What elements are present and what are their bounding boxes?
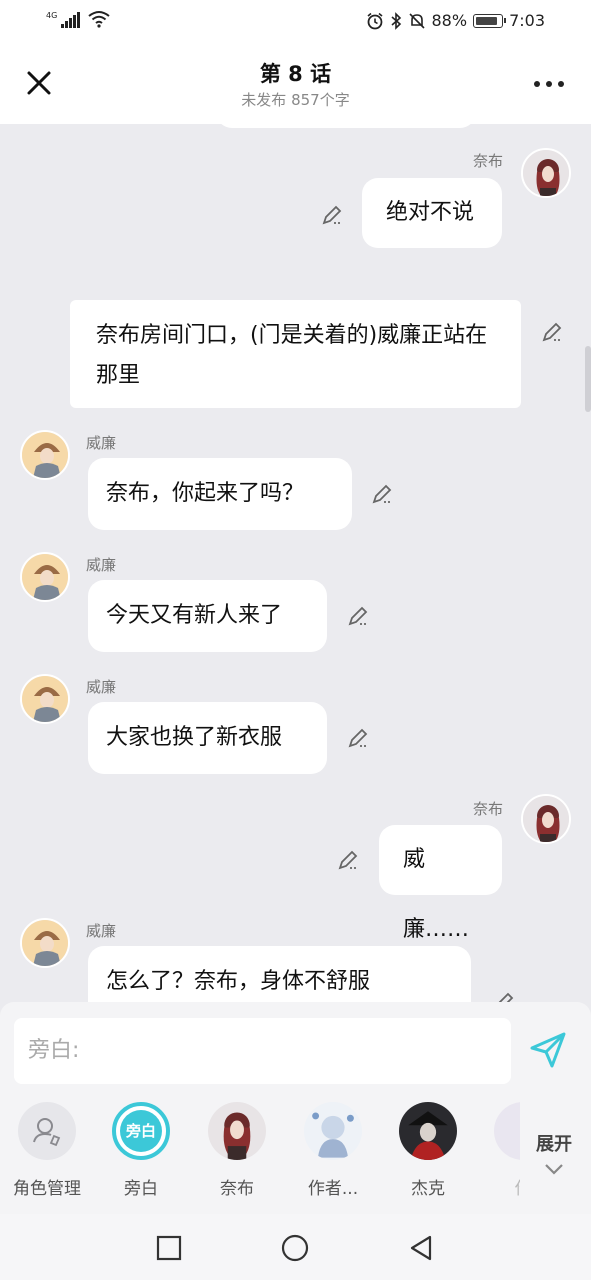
edit-pen-icon[interactable] bbox=[492, 990, 516, 1002]
signal-indicator: 4G bbox=[46, 10, 110, 28]
speaker-name: 奈布 bbox=[473, 800, 504, 818]
more-dot-icon bbox=[558, 81, 564, 87]
message-bubble[interactable]: 怎么了？奈布，身体不舒服 bbox=[88, 946, 471, 1002]
page-title: 第 8 话 bbox=[259, 62, 332, 86]
message-bubble[interactable]: 奈布，你起来了吗？ bbox=[88, 458, 352, 530]
message-bubble[interactable]: 今天又有新人来了 bbox=[88, 580, 327, 652]
role-label: 旁白 bbox=[124, 1179, 158, 1199]
expand-label: 展开 bbox=[536, 1134, 572, 1155]
avatar-naib-image bbox=[523, 150, 569, 196]
user-edit-icon bbox=[33, 1118, 61, 1147]
message-bubble[interactable]: 威廉…… bbox=[379, 825, 502, 942]
avatar-william-image bbox=[22, 920, 68, 966]
scrollbar-thumb[interactable] bbox=[585, 346, 591, 412]
narration-block[interactable]: 奈布房间门口，(门是关着的)威廉正站在那里 bbox=[70, 300, 521, 408]
send-icon[interactable] bbox=[528, 1030, 568, 1070]
speaker-name: 威廉 bbox=[86, 922, 117, 940]
role-manage-circle bbox=[18, 1102, 76, 1160]
role-avatar bbox=[399, 1102, 457, 1160]
narration-badge: 旁白 bbox=[112, 1102, 170, 1160]
bluetooth-icon bbox=[390, 11, 401, 30]
chat-area[interactable]: 奈布 绝对不说 奈布房间门口，(门是关着的)威廉正站在那里 威廉 奈布，你起来了… bbox=[0, 124, 591, 1002]
avatar-jack-image bbox=[399, 1102, 457, 1160]
battery-icon bbox=[473, 13, 507, 28]
message-bubble[interactable]: 绝对不说 bbox=[362, 178, 502, 248]
role-label: 角色管理 bbox=[13, 1179, 81, 1199]
signal-bars-icon bbox=[61, 12, 81, 28]
wifi-icon bbox=[88, 11, 110, 28]
avatar-william-image bbox=[22, 432, 68, 478]
role-narration[interactable]: 旁白 旁白 bbox=[96, 1102, 186, 1199]
role-naib[interactable]: 奈布 bbox=[192, 1102, 282, 1199]
recents-icon[interactable] bbox=[156, 1235, 182, 1261]
avatar-william-image bbox=[22, 676, 68, 722]
speaker-name: 威廉 bbox=[86, 678, 117, 696]
edit-pen-icon[interactable] bbox=[370, 482, 394, 506]
role-manage-button[interactable]: 角色管理 bbox=[2, 1102, 92, 1199]
app-header: 第 8 话 未发布 857个字 bbox=[0, 44, 591, 124]
avatar-naib-image bbox=[208, 1102, 266, 1160]
more-options-button[interactable] bbox=[529, 72, 569, 96]
status-bar: 4G 88% 7:03 bbox=[0, 0, 591, 44]
page-subtitle: 未发布 857个字 bbox=[241, 91, 350, 109]
avatar-naib-image bbox=[523, 796, 569, 842]
more-dot-icon bbox=[546, 81, 552, 87]
avatar-author-image bbox=[304, 1102, 362, 1160]
role-avatar bbox=[304, 1102, 362, 1160]
role-partial[interactable]: 作 bbox=[478, 1102, 520, 1199]
speaker-name: 奈布 bbox=[473, 152, 504, 170]
mute-bell-icon bbox=[408, 12, 425, 29]
alarm-icon bbox=[366, 12, 383, 29]
avatar-william[interactable] bbox=[20, 918, 70, 968]
narration-badge-text: 旁白 bbox=[120, 1110, 162, 1152]
avatar-naib[interactable] bbox=[521, 148, 571, 198]
avatar-william[interactable] bbox=[20, 674, 70, 724]
avatar-william[interactable] bbox=[20, 430, 70, 480]
more-dot-icon bbox=[534, 81, 540, 87]
composer-panel: 旁白: 角色管理 旁白 旁白 奈布 作者... 杰克 展开 bbox=[0, 1002, 591, 1214]
role-author[interactable]: 作者... bbox=[288, 1102, 378, 1199]
role-avatar bbox=[494, 1102, 520, 1160]
edit-pen-icon[interactable] bbox=[346, 604, 370, 628]
clock: 7:03 bbox=[509, 11, 545, 30]
edit-pen-icon[interactable] bbox=[540, 320, 564, 344]
message-bubble[interactable]: 大家也换了新衣服 bbox=[88, 702, 327, 774]
role-jack[interactable]: 杰克 bbox=[383, 1102, 473, 1199]
battery-percent: 88% bbox=[431, 11, 468, 30]
role-avatar bbox=[208, 1102, 266, 1160]
speaker-name: 威廉 bbox=[86, 556, 117, 574]
edit-pen-icon[interactable] bbox=[346, 726, 370, 750]
avatar-william-image bbox=[22, 554, 68, 600]
network-type: 4G bbox=[46, 11, 58, 20]
role-selector: 角色管理 旁白 旁白 奈布 作者... 杰克 bbox=[0, 1102, 520, 1202]
edit-pen-icon[interactable] bbox=[336, 848, 360, 872]
role-label: 杰克 bbox=[411, 1179, 445, 1199]
back-icon[interactable] bbox=[408, 1234, 434, 1262]
role-label: 作者... bbox=[307, 1179, 359, 1199]
system-nav-bar bbox=[0, 1214, 591, 1280]
chevron-down-icon bbox=[545, 1164, 563, 1175]
speaker-name: 威廉 bbox=[86, 434, 117, 452]
edit-pen-icon[interactable] bbox=[320, 203, 344, 227]
expand-button[interactable]: 展开 bbox=[524, 1130, 584, 1181]
avatar-naib[interactable] bbox=[521, 794, 571, 844]
message-input[interactable]: 旁白: bbox=[14, 1018, 511, 1084]
role-label: 作 bbox=[478, 1174, 521, 1199]
message-bubble-partial[interactable] bbox=[216, 124, 476, 128]
home-icon[interactable] bbox=[281, 1234, 309, 1262]
role-label: 奈布 bbox=[220, 1179, 254, 1199]
avatar-william[interactable] bbox=[20, 552, 70, 602]
